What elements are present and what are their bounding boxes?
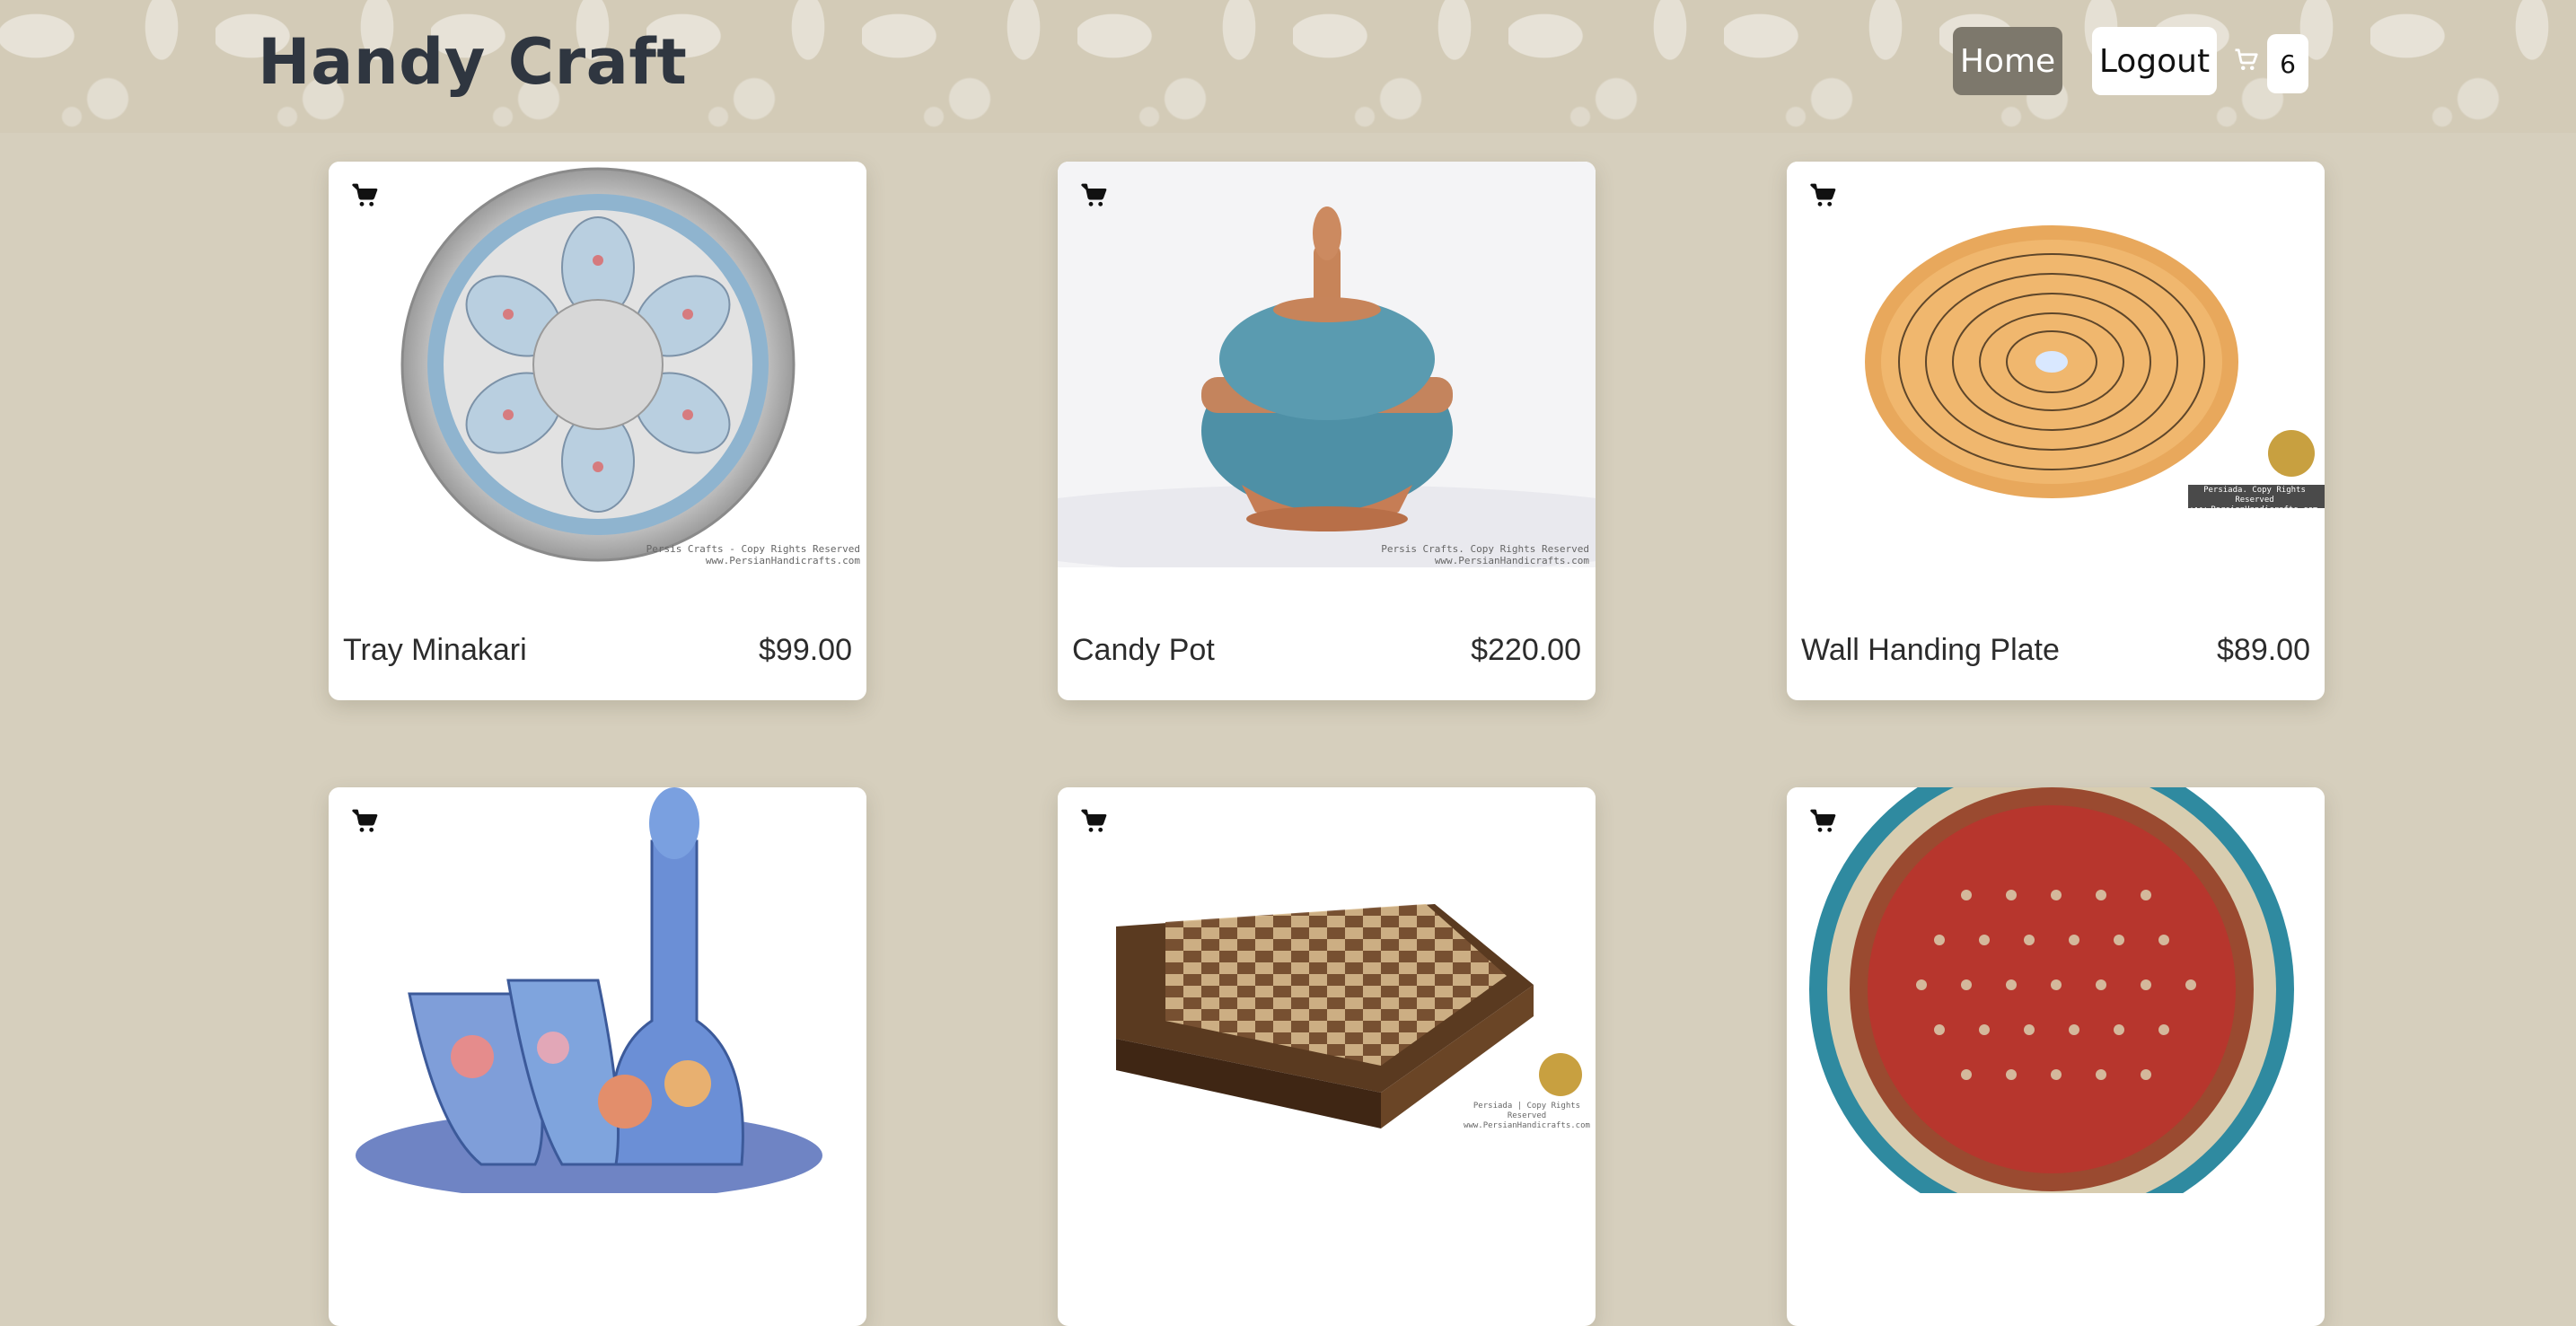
nav-home-button[interactable]: Home: [1953, 27, 2062, 95]
add-to-cart-icon[interactable]: [1080, 181, 1109, 210]
product-price: $99.00: [759, 633, 852, 667]
product-image[interactable]: [329, 787, 866, 1200]
nav-logout-button[interactable]: Logout: [2092, 27, 2217, 95]
image-watermark: Persis Crafts. Copy Rights Reserved www.…: [1381, 543, 1589, 566]
image-watermark: Persiada. Copy Rights Reserved www.Persi…: [2191, 486, 2318, 514]
product-name: Wall Handing Plate: [1801, 633, 2060, 667]
product-price: $220.00: [1471, 633, 1581, 667]
image-watermark: Persiada | Copy Rights Reserved www.Pers…: [1464, 1102, 1590, 1130]
product-card[interactable]: [329, 787, 866, 1326]
add-to-cart-icon[interactable]: [1809, 807, 1838, 836]
add-to-cart-icon[interactable]: [351, 807, 380, 836]
add-to-cart-icon[interactable]: [1809, 181, 1838, 210]
product-image[interactable]: [1058, 162, 1596, 575]
product-card[interactable]: Persis Crafts. Copy Rights Reserved www.…: [1058, 162, 1596, 700]
product-image[interactable]: [1058, 787, 1596, 1193]
product-card[interactable]: [1787, 787, 2325, 1326]
add-to-cart-icon[interactable]: [1080, 807, 1109, 836]
product-image[interactable]: [329, 162, 866, 567]
product-price: $89.00: [2217, 633, 2310, 667]
product-card[interactable]: Persis Crafts - Copy Rights Reserved www…: [329, 162, 866, 700]
cart-count-badge[interactable]: 6: [2267, 34, 2308, 93]
product-card[interactable]: Persiada | Copy Rights Reserved www.Pers…: [1058, 787, 1596, 1326]
product-card[interactable]: Persiada. Copy Rights Reserved www.Persi…: [1787, 162, 2325, 700]
cart-icon[interactable]: [2233, 47, 2260, 74]
product-image[interactable]: [1787, 787, 2325, 1232]
product-name: Tray Minakari: [343, 633, 527, 667]
image-watermark: Persis Crafts - Copy Rights Reserved www…: [646, 543, 860, 566]
add-to-cart-icon[interactable]: [351, 181, 380, 210]
site-header: Handy Craft Home Logout 6: [0, 0, 2576, 133]
product-name: Candy Pot: [1072, 633, 1215, 667]
brand-title[interactable]: Handy Craft: [258, 25, 687, 99]
